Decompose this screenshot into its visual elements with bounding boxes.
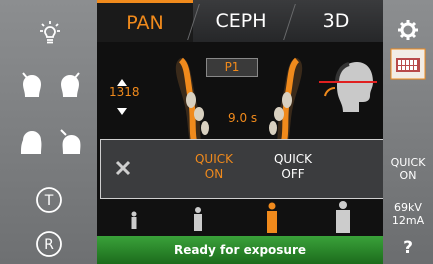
tab-3d[interactable]: 3D [289,0,383,42]
quick-off-option[interactable]: QUICK OFF [253,152,333,182]
down-arrow-icon[interactable] [117,101,127,115]
light-icon[interactable] [35,18,65,48]
svg-text:T: T [44,193,54,209]
patient-profile-icon [319,62,377,112]
patient-child-icon[interactable] [129,210,139,230]
patient-small-icon[interactable] [192,206,204,232]
tab-ceph[interactable]: CEPH [193,0,289,42]
quick-line2: ON [399,169,417,182]
patient-size-strip [97,198,383,236]
program-label[interactable]: P1 [206,58,258,77]
up-arrow-icon[interactable] [117,72,127,86]
quick-line1: QUICK [390,156,426,169]
svg-text:R: R [44,237,54,253]
ma-value: 12mA [391,214,425,227]
program-value: 1318 [109,85,140,99]
close-icon[interactable] [115,160,131,176]
head-tilt-down-icon[interactable] [16,123,46,157]
t-button[interactable]: T [34,185,64,215]
exposure-params[interactable]: 69kV 12mA [383,201,433,227]
quick-on-line1: QUICK [194,152,233,166]
quick-off-line1: QUICK [273,152,312,166]
right-sidebar: QUICK ON 69kV 12mA ? [383,0,433,264]
mode-tabs: PAN CEPH 3D [97,0,383,42]
quick-mode-button[interactable]: QUICK ON [383,156,433,182]
kv-value: 69kV [394,201,422,214]
status-bar: Ready for exposure [97,236,383,264]
dental-region-icon[interactable] [390,48,426,80]
head-right-icon[interactable] [56,66,86,100]
head-left-icon[interactable] [16,66,46,100]
app-screen: T R PAN CEPH 3D 1318 P1 9.0 s Ready for … [0,0,433,264]
quick-off-line2: OFF [281,167,305,181]
quick-mode-popup: QUICK ON QUICK OFF [100,139,385,199]
tab-pan[interactable]: PAN [97,0,193,42]
r-button[interactable]: R [34,229,64,259]
head-tilt-up-icon[interactable] [56,123,86,157]
patient-medium-icon[interactable] [265,202,279,234]
help-button[interactable]: ? [383,238,433,258]
exposure-time: 9.0 s [228,111,258,125]
patient-large-icon[interactable] [334,200,352,234]
quick-on-option[interactable]: QUICK ON [174,152,254,182]
quick-on-line2: ON [204,167,224,181]
left-sidebar: T R [0,0,97,264]
gear-icon[interactable] [397,19,419,41]
